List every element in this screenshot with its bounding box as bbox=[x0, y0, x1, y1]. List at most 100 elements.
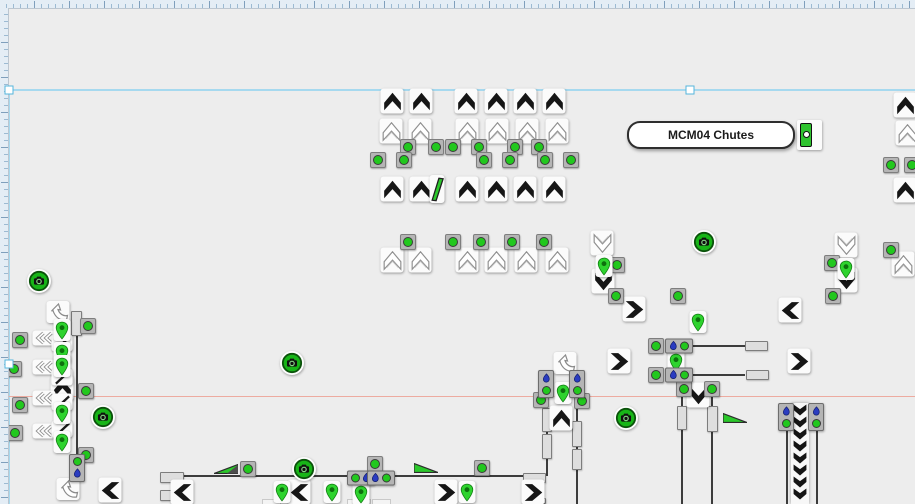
flow-chevron-black[interactable] bbox=[608, 349, 631, 374]
sensor-tile[interactable] bbox=[665, 368, 693, 383]
flow-chevron-black[interactable] bbox=[381, 89, 404, 114]
status-dot[interactable] bbox=[7, 425, 23, 441]
diagram-canvas[interactable]: MCM04 Chutes bbox=[0, 0, 915, 504]
support-block[interactable] bbox=[572, 421, 582, 447]
wedge-indicator[interactable] bbox=[214, 464, 238, 474]
wedge-indicator[interactable] bbox=[723, 413, 747, 423]
status-dot[interactable] bbox=[445, 234, 461, 250]
flow-chevron-black[interactable] bbox=[455, 89, 478, 114]
flow-chevron-white[interactable] bbox=[591, 231, 614, 256]
flow-chevron-black[interactable] bbox=[456, 177, 479, 202]
flow-chevron-black[interactable] bbox=[894, 93, 915, 118]
camera-marker[interactable] bbox=[280, 351, 304, 375]
location-pin[interactable] bbox=[838, 258, 855, 280]
flow-chevron-black[interactable] bbox=[514, 89, 537, 114]
support-block[interactable] bbox=[677, 406, 687, 430]
flow-chevron-white[interactable] bbox=[456, 248, 479, 273]
sensor-tile[interactable] bbox=[665, 339, 693, 354]
flow-chevron-white[interactable] bbox=[546, 119, 569, 144]
location-pin[interactable] bbox=[690, 311, 707, 333]
status-dot[interactable] bbox=[12, 332, 28, 348]
status-dot[interactable] bbox=[648, 338, 664, 354]
location-pin[interactable] bbox=[54, 431, 71, 453]
flow-chevron-black[interactable] bbox=[485, 89, 508, 114]
status-dot[interactable] bbox=[240, 461, 256, 477]
status-dot[interactable] bbox=[476, 152, 492, 168]
flow-chevron-black[interactable] bbox=[99, 478, 122, 503]
belt-chevron-icon[interactable] bbox=[792, 465, 808, 476]
flow-chevron-black[interactable] bbox=[410, 89, 433, 114]
location-pin[interactable] bbox=[274, 481, 291, 503]
status-dot[interactable] bbox=[563, 152, 579, 168]
status-dot[interactable] bbox=[648, 367, 664, 383]
support-block[interactable] bbox=[745, 341, 768, 351]
flow-chevron-white[interactable] bbox=[515, 248, 538, 273]
flow-chevron-black[interactable] bbox=[550, 406, 573, 431]
location-pin[interactable] bbox=[596, 255, 613, 277]
flow-chevron-black[interactable] bbox=[171, 480, 194, 504]
status-dot[interactable] bbox=[400, 234, 416, 250]
status-dot[interactable] bbox=[536, 234, 552, 250]
camera-marker[interactable] bbox=[91, 405, 115, 429]
flow-chevron-black[interactable] bbox=[623, 297, 646, 322]
location-pin[interactable] bbox=[459, 481, 476, 503]
status-dot[interactable] bbox=[504, 234, 520, 250]
location-pin[interactable] bbox=[54, 402, 71, 424]
selection-handle[interactable] bbox=[686, 86, 695, 95]
status-dot[interactable] bbox=[704, 381, 720, 397]
flow-chevron-black[interactable] bbox=[788, 349, 811, 374]
flow-chevron-black[interactable] bbox=[543, 89, 566, 114]
status-dot[interactable] bbox=[883, 242, 899, 258]
sensor-tile[interactable] bbox=[69, 454, 85, 482]
belt-chevron-icon[interactable] bbox=[792, 453, 808, 464]
flow-chevron-white[interactable] bbox=[381, 248, 404, 273]
status-dot[interactable] bbox=[537, 152, 553, 168]
flow-chevron-black[interactable] bbox=[288, 480, 311, 504]
flow-chevron-black[interactable] bbox=[543, 177, 566, 202]
belt-chevron-icon[interactable] bbox=[792, 417, 808, 428]
status-dot[interactable] bbox=[825, 288, 841, 304]
location-pin[interactable] bbox=[353, 483, 370, 504]
flow-chevron-black[interactable] bbox=[522, 480, 545, 504]
camera-marker[interactable] bbox=[614, 406, 638, 430]
status-dot[interactable] bbox=[883, 157, 899, 173]
belt-chevron-icon[interactable] bbox=[792, 489, 808, 500]
flow-chevron-black[interactable] bbox=[381, 177, 404, 202]
sensor-tile[interactable] bbox=[569, 370, 585, 398]
flow-chevron-white[interactable] bbox=[485, 248, 508, 273]
flow-chevron-white[interactable] bbox=[896, 121, 915, 146]
selection-handle[interactable] bbox=[5, 86, 14, 95]
support-block[interactable] bbox=[746, 370, 769, 380]
status-dot[interactable] bbox=[502, 152, 518, 168]
valve-indicator[interactable] bbox=[797, 120, 822, 150]
sensor-tile[interactable] bbox=[367, 471, 395, 486]
status-dot[interactable] bbox=[80, 318, 96, 334]
support-block[interactable] bbox=[572, 449, 582, 470]
camera-marker[interactable] bbox=[292, 457, 316, 481]
location-pin[interactable] bbox=[324, 481, 341, 503]
status-dot[interactable] bbox=[78, 383, 94, 399]
wedge-indicator[interactable] bbox=[414, 463, 438, 473]
sensor-tile[interactable] bbox=[778, 403, 794, 431]
belt-chevron-icon[interactable] bbox=[792, 477, 808, 488]
flow-chevron-white[interactable] bbox=[835, 233, 858, 258]
selection-handle[interactable] bbox=[5, 360, 14, 369]
status-dot[interactable] bbox=[370, 152, 386, 168]
flow-chevron-black[interactable] bbox=[485, 177, 508, 202]
sensor-tile[interactable] bbox=[538, 370, 554, 398]
location-pin[interactable] bbox=[54, 355, 71, 377]
status-dot[interactable] bbox=[12, 397, 28, 413]
status-dot[interactable] bbox=[473, 234, 489, 250]
camera-marker[interactable] bbox=[692, 230, 716, 254]
support-block[interactable] bbox=[707, 406, 718, 432]
status-dot[interactable] bbox=[904, 157, 915, 173]
belt-chevron-icon[interactable] bbox=[792, 405, 808, 416]
status-dot[interactable] bbox=[474, 460, 490, 476]
flow-chevron-black[interactable] bbox=[514, 177, 537, 202]
status-dot[interactable] bbox=[670, 288, 686, 304]
chute-group-label[interactable]: MCM04 Chutes bbox=[627, 121, 795, 149]
status-dot[interactable] bbox=[445, 139, 461, 155]
belt-chevron-icon[interactable] bbox=[792, 441, 808, 452]
flow-chevron-black[interactable] bbox=[435, 480, 458, 504]
support-block[interactable] bbox=[542, 434, 552, 459]
